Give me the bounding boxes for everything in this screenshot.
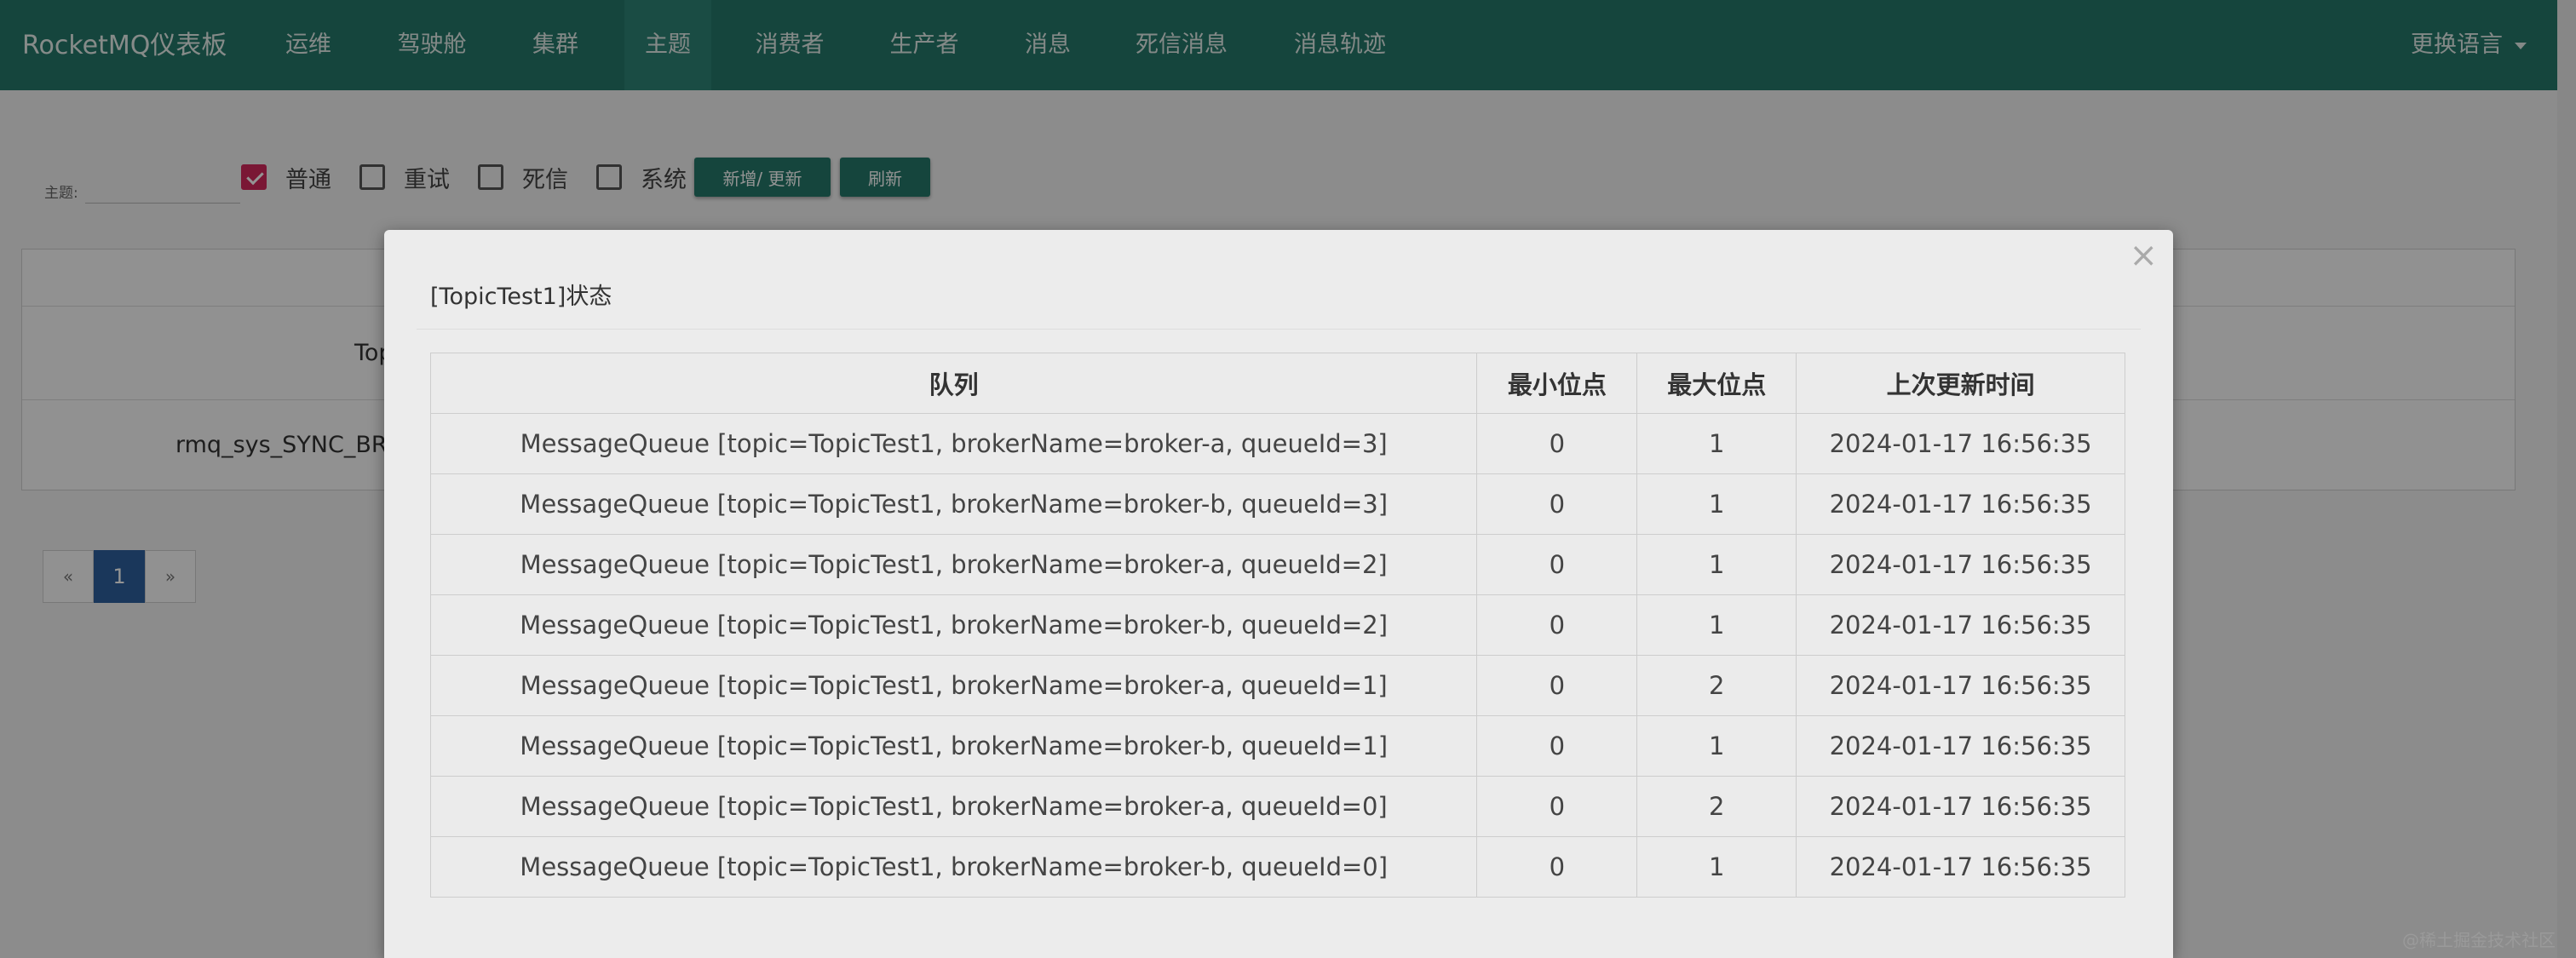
update-time-cell: 2024-01-17 16:56:35 <box>1796 413 2125 474</box>
queue-cell: MessageQueue [topic=TopicTest1, brokerNa… <box>429 594 1478 656</box>
table-row: MessageQueue [topic=TopicTest1, brokerNa… <box>429 655 2125 716</box>
table-row: MessageQueue [topic=TopicTest1, brokerNa… <box>429 594 2125 656</box>
min-offset-cell: 0 <box>1476 836 1638 898</box>
table-row: MessageQueue [topic=TopicTest1, brokerNa… <box>429 534 2125 595</box>
column-header-min-offset: 最小位点 <box>1476 353 1638 414</box>
queue-cell: MessageQueue [topic=TopicTest1, brokerNa… <box>429 836 1478 898</box>
update-time-cell: 2024-01-17 16:56:35 <box>1796 473 2125 535</box>
queue-status-table: 队列 最小位点 最大位点 上次更新时间 MessageQueue [topic=… <box>429 353 2125 898</box>
table-row: MessageQueue [topic=TopicTest1, brokerNa… <box>429 715 2125 777</box>
queue-cell: MessageQueue [topic=TopicTest1, brokerNa… <box>429 534 1478 595</box>
max-offset-cell: 1 <box>1636 836 1797 898</box>
column-header-queue: 队列 <box>429 353 1478 414</box>
max-offset-cell: 1 <box>1636 413 1797 474</box>
min-offset-cell: 0 <box>1476 594 1638 656</box>
modal-title: [TopicTest1]状态 <box>430 284 612 310</box>
min-offset-cell: 0 <box>1476 473 1638 535</box>
update-time-cell: 2024-01-17 16:56:35 <box>1796 836 2125 898</box>
min-offset-cell: 0 <box>1476 776 1638 837</box>
max-offset-cell: 2 <box>1636 655 1797 716</box>
table-header-row: 队列 最小位点 最大位点 上次更新时间 <box>429 353 2125 414</box>
max-offset-cell: 1 <box>1636 715 1797 777</box>
min-offset-cell: 0 <box>1476 413 1638 474</box>
update-time-cell: 2024-01-17 16:56:35 <box>1796 715 2125 777</box>
update-time-cell: 2024-01-17 16:56:35 <box>1796 594 2125 656</box>
column-header-max-offset: 最大位点 <box>1636 353 1797 414</box>
max-offset-cell: 1 <box>1636 594 1797 656</box>
min-offset-cell: 0 <box>1476 534 1638 595</box>
queue-cell: MessageQueue [topic=TopicTest1, brokerNa… <box>429 655 1478 716</box>
table-row: MessageQueue [topic=TopicTest1, brokerNa… <box>429 473 2125 535</box>
update-time-cell: 2024-01-17 16:56:35 <box>1796 534 2125 595</box>
max-offset-cell: 1 <box>1636 534 1797 595</box>
queue-cell: MessageQueue [topic=TopicTest1, brokerNa… <box>429 413 1478 474</box>
watermark: @稀土掘金技术社区 <box>2402 930 2556 950</box>
update-time-cell: 2024-01-17 16:56:35 <box>1796 776 2125 837</box>
min-offset-cell: 0 <box>1476 715 1638 777</box>
modal-divider <box>417 329 2141 330</box>
update-time-cell: 2024-01-17 16:56:35 <box>1796 655 2125 716</box>
queue-cell: MessageQueue [topic=TopicTest1, brokerNa… <box>429 473 1478 535</box>
table-row: MessageQueue [topic=TopicTest1, brokerNa… <box>429 413 2125 474</box>
min-offset-cell: 0 <box>1476 655 1638 716</box>
queue-cell: MessageQueue [topic=TopicTest1, brokerNa… <box>429 715 1478 777</box>
close-icon[interactable]: × <box>2129 238 2158 272</box>
column-header-last-update: 上次更新时间 <box>1796 353 2125 414</box>
max-offset-cell: 2 <box>1636 776 1797 837</box>
table-row: MessageQueue [topic=TopicTest1, brokerNa… <box>429 776 2125 837</box>
max-offset-cell: 1 <box>1636 473 1797 535</box>
topic-status-modal: [TopicTest1]状态 × 队列 最小位点 最大位点 上次更新时间 Mes… <box>384 230 2173 958</box>
queue-cell: MessageQueue [topic=TopicTest1, brokerNa… <box>429 776 1478 837</box>
table-row: MessageQueue [topic=TopicTest1, brokerNa… <box>429 836 2125 898</box>
